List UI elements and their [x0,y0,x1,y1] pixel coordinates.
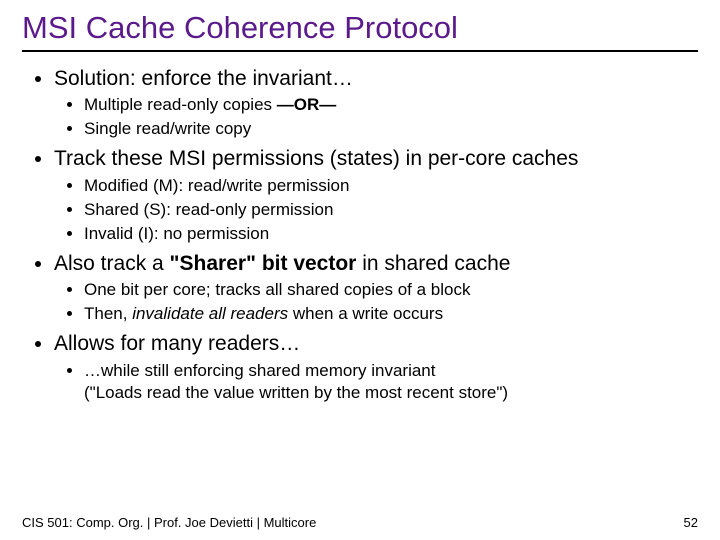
l2-item: Invalid (I): no permission [84,223,698,245]
sublist-states: Modified (M): read/write permission Shar… [62,175,698,245]
l2-item: Modified (M): read/write permission [84,175,698,197]
l1-item-also: Also track a "Sharer" bit vector in shar… [54,251,698,277]
text: Then, [84,304,132,323]
l1-item-solution: Solution: enforce the invariant… [54,66,698,92]
l1-item-allows: Allows for many readers… [54,331,698,357]
sharer-bit-vector: "Sharer" bit vector [170,252,357,275]
text: in shared cache [356,252,510,275]
text: when a write occurs [288,304,443,323]
l2-item: Multiple read-only copies —OR— [84,94,698,116]
l2-item: One bit per core; tracks all shared copi… [84,279,698,301]
text: …while still enforcing shared memory inv… [84,361,435,380]
footer-text: CIS 501: Comp. Org. | Prof. Joe Devietti… [22,515,316,530]
slide-title: MSI Cache Coherence Protocol [22,10,698,46]
invalidate-readers: invalidate all readers [132,304,288,323]
sublist-solution: Multiple read-only copies —OR— Single re… [62,94,698,140]
l2-item: Single read/write copy [84,118,698,140]
sublist-allows: …while still enforcing shared memory inv… [62,360,698,404]
sublist-sharer: One bit per core; tracks all shared copi… [62,279,698,325]
title-rule [22,50,698,52]
text: ("Loads read the value written by the mo… [84,383,508,402]
or-text: —OR— [272,95,336,114]
bullet-list-level1: Solution: enforce the invariant… Multipl… [32,66,698,404]
text: Multiple read-only copies [84,95,272,114]
l1-item-track: Track these MSI permissions (states) in … [54,146,698,172]
page-number: 52 [684,515,698,530]
l2-item: Then, invalidate all readers when a writ… [84,303,698,325]
slide: MSI Cache Coherence Protocol Solution: e… [0,0,720,540]
l2-item: …while still enforcing shared memory inv… [84,360,698,404]
text: Also track a [54,252,170,275]
l2-item: Shared (S): read-only permission [84,199,698,221]
